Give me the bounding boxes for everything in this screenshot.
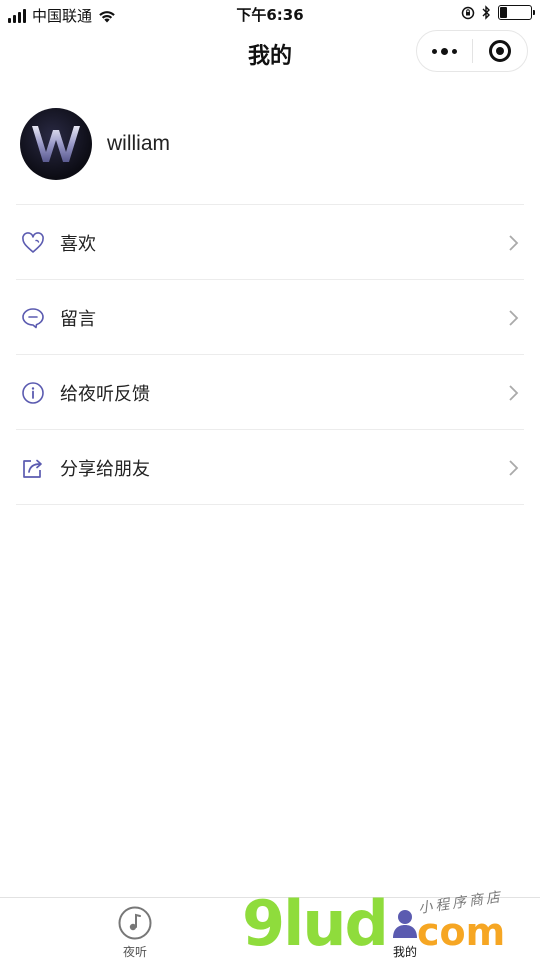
profile-header[interactable]: william — [20, 108, 170, 180]
more-dots-icon — [431, 47, 457, 55]
share-icon — [21, 456, 45, 480]
info-icon — [21, 381, 45, 405]
capsule-menu — [416, 30, 528, 72]
avatar-letter-w — [32, 126, 80, 162]
orientation-lock-icon — [461, 6, 475, 19]
chevron-right-icon — [509, 309, 519, 326]
person-icon — [393, 910, 417, 938]
menu-label: 分享给朋友 — [60, 458, 150, 480]
chevron-right-icon — [509, 234, 519, 251]
target-circle-icon — [488, 40, 511, 62]
tab-label: 我的 — [392, 945, 417, 959]
close-miniprogram-button[interactable] — [473, 31, 528, 71]
battery-icon — [498, 5, 535, 20]
music-disc-icon — [118, 906, 152, 940]
menu-item-feedback[interactable]: 给夜听反馈 — [0, 355, 540, 430]
menu-item-message[interactable]: 留言 — [0, 280, 540, 355]
message-bubble-icon — [21, 306, 45, 330]
more-button[interactable] — [417, 31, 472, 71]
menu-item-share[interactable]: 分享给朋友 — [0, 430, 540, 505]
divider — [16, 504, 524, 505]
tab-night-listen[interactable]: 夜听 — [0, 898, 270, 960]
status-time: 下午6:36 — [236, 6, 304, 24]
status-right — [461, 5, 535, 20]
avatar[interactable] — [20, 108, 92, 180]
screen: 中国联通 下午6:36 我的 william 喜欢 留言 给夜听反馈 分享给朋友… — [0, 0, 540, 960]
menu-label: 喜欢 — [60, 233, 96, 255]
tab-bar: 夜听 我的 — [0, 897, 540, 960]
heart-icon — [21, 231, 45, 255]
menu-label: 留言 — [60, 308, 96, 330]
username: william — [107, 132, 170, 155]
tab-mine[interactable]: 我的 — [270, 898, 540, 960]
status-bar: 中国联通 下午6:36 — [0, 0, 540, 28]
menu-label: 给夜听反馈 — [60, 383, 150, 405]
nav-bar: 我的 — [0, 28, 540, 78]
chevron-right-icon — [509, 384, 519, 401]
menu-item-like[interactable]: 喜欢 — [0, 205, 540, 280]
tab-label: 夜听 — [122, 945, 147, 959]
bluetooth-icon — [482, 5, 490, 20]
chevron-right-icon — [509, 459, 519, 476]
